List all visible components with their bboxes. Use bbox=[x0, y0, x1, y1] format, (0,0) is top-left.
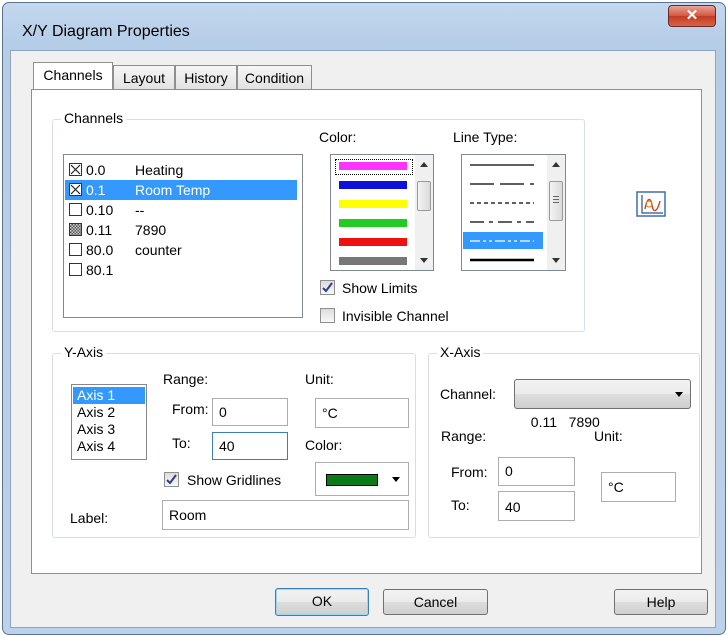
channel-name: Room Temp bbox=[135, 182, 211, 198]
y-to-input[interactable]: 40 bbox=[212, 432, 288, 460]
x-channel-value: 0.11 7890 bbox=[530, 414, 600, 430]
channels-group-title: Channels bbox=[61, 110, 127, 126]
line-type-scrollbar[interactable] bbox=[547, 155, 565, 270]
channel-item[interactable]: 0.11 7890 bbox=[65, 220, 297, 240]
tab-history-label: History bbox=[184, 70, 228, 86]
color-list[interactable] bbox=[330, 154, 434, 271]
color-label: Color: bbox=[319, 129, 357, 145]
checkbox[interactable] bbox=[69, 243, 82, 256]
y-axis-group-title: Y-Axis bbox=[61, 344, 107, 360]
crossed-checkbox-icon[interactable] bbox=[69, 183, 82, 196]
close-button[interactable]: ✕ bbox=[668, 5, 716, 27]
channel-name: -- bbox=[135, 202, 145, 218]
color-swatch-gray[interactable] bbox=[339, 257, 407, 265]
show-limits-checkbox[interactable] bbox=[320, 280, 335, 295]
y-label-label: Label: bbox=[70, 510, 109, 526]
color-swatch-magenta[interactable] bbox=[339, 162, 407, 170]
tab-condition[interactable]: Condition bbox=[237, 65, 312, 89]
chevron-down-icon bbox=[675, 392, 683, 397]
y-unit-input[interactable]: °C bbox=[315, 398, 409, 428]
channel-list[interactable]: 0.0 Heating 0.1 Room Temp 0.10 -- 0.11 7… bbox=[63, 154, 303, 318]
scroll-thumb[interactable] bbox=[417, 181, 431, 211]
dialog-title: X/Y Diagram Properties bbox=[22, 23, 190, 40]
xy-diagram-icon[interactable] bbox=[636, 191, 666, 217]
channel-name: Heating bbox=[135, 162, 184, 178]
channel-id: 0.11 bbox=[86, 222, 113, 238]
tab-history[interactable]: History bbox=[175, 65, 237, 89]
x-range-label: Range: bbox=[441, 428, 487, 444]
channel-id: 0.0 bbox=[86, 162, 106, 178]
y-label-input[interactable]: Room bbox=[162, 500, 409, 530]
invisible-channel-checkbox[interactable] bbox=[320, 308, 335, 323]
color-swatch-blue[interactable] bbox=[339, 181, 407, 189]
scroll-down-icon[interactable] bbox=[420, 258, 428, 263]
show-gridlines-label: Show Gridlines bbox=[187, 472, 282, 488]
channel-name: 7890 bbox=[135, 222, 167, 238]
y-color-label: Color: bbox=[305, 437, 343, 453]
channel-id: 0.10 bbox=[86, 202, 114, 218]
axis-item[interactable]: Axis 2 bbox=[77, 404, 115, 421]
x-unit-label: Unit: bbox=[594, 428, 623, 444]
y-from-label: From: bbox=[172, 401, 209, 417]
invisible-channel-label: Invisible Channel bbox=[342, 308, 449, 324]
channel-item[interactable]: 80.0 counter bbox=[65, 240, 297, 260]
chevron-down-icon bbox=[392, 477, 400, 482]
x-from-label: From: bbox=[451, 464, 488, 480]
y-range-label: Range: bbox=[163, 371, 209, 387]
axis-item[interactable]: Axis 4 bbox=[77, 438, 115, 455]
color-swatch-green[interactable] bbox=[339, 219, 407, 227]
x-unit-input[interactable]: °C bbox=[601, 472, 676, 502]
x-channel-select[interactable]: 0.11 7890 bbox=[514, 379, 691, 430]
channel-id: 0.1 bbox=[86, 182, 106, 198]
channel-item[interactable]: 80.1 bbox=[65, 260, 297, 280]
color-list-scrollbar[interactable] bbox=[415, 155, 433, 270]
x-to-label: To: bbox=[451, 497, 470, 513]
scroll-down-icon[interactable] bbox=[552, 258, 560, 263]
x-channel-label: Channel: bbox=[440, 386, 497, 402]
checkbox[interactable] bbox=[69, 263, 82, 276]
channel-id: 80.1 bbox=[86, 262, 114, 278]
ok-button[interactable]: OK bbox=[275, 588, 369, 616]
x-to-input[interactable]: 40 bbox=[498, 491, 575, 521]
scroll-up-icon[interactable] bbox=[552, 162, 560, 167]
line-type-label: Line Type: bbox=[453, 129, 518, 145]
y-unit-label: Unit: bbox=[305, 371, 334, 387]
close-icon: ✕ bbox=[685, 7, 699, 24]
line-type-samples[interactable] bbox=[462, 155, 546, 270]
channel-item-selected[interactable]: 0.1 Room Temp bbox=[65, 180, 297, 200]
checkbox[interactable] bbox=[69, 203, 82, 216]
tab-channels[interactable]: Channels bbox=[33, 62, 113, 89]
y-color-dropdown[interactable] bbox=[315, 462, 409, 496]
x-axis-group-title: X-Axis bbox=[437, 344, 484, 360]
help-button[interactable]: Help bbox=[614, 589, 708, 615]
x-from-input[interactable]: 0 bbox=[498, 457, 575, 486]
axis-list[interactable]: Axis 1 Axis 2 Axis 3 Axis 4 bbox=[71, 384, 147, 460]
cancel-button[interactable]: Cancel bbox=[383, 589, 488, 615]
y-to-label: To: bbox=[172, 435, 191, 451]
axis-item[interactable]: Axis 3 bbox=[77, 421, 115, 438]
y-from-input[interactable]: 0 bbox=[212, 398, 288, 426]
tab-channels-label: Channels bbox=[43, 67, 103, 83]
indeterminate-checkbox-icon[interactable] bbox=[69, 223, 82, 236]
color-swatch-yellow[interactable] bbox=[339, 200, 407, 208]
crossed-checkbox-icon[interactable] bbox=[69, 163, 82, 176]
tab-layout-label: Layout bbox=[122, 70, 166, 86]
channel-item[interactable]: 0.0 Heating bbox=[65, 160, 297, 180]
show-gridlines-checkbox[interactable] bbox=[164, 472, 179, 487]
scroll-up-icon[interactable] bbox=[420, 162, 428, 167]
show-limits-label: Show Limits bbox=[342, 280, 418, 296]
scroll-thumb[interactable] bbox=[549, 181, 563, 221]
line-type-list[interactable] bbox=[461, 154, 566, 271]
channel-item[interactable]: 0.10 -- bbox=[65, 200, 297, 220]
channel-name: counter bbox=[135, 242, 182, 258]
y-color-swatch bbox=[326, 474, 378, 486]
color-swatch-red[interactable] bbox=[339, 238, 407, 246]
channel-id: 80.0 bbox=[86, 242, 114, 258]
tab-layout[interactable]: Layout bbox=[113, 65, 175, 89]
axis-item-selected[interactable]: Axis 1 bbox=[73, 387, 145, 404]
tab-condition-label: Condition bbox=[244, 70, 305, 86]
